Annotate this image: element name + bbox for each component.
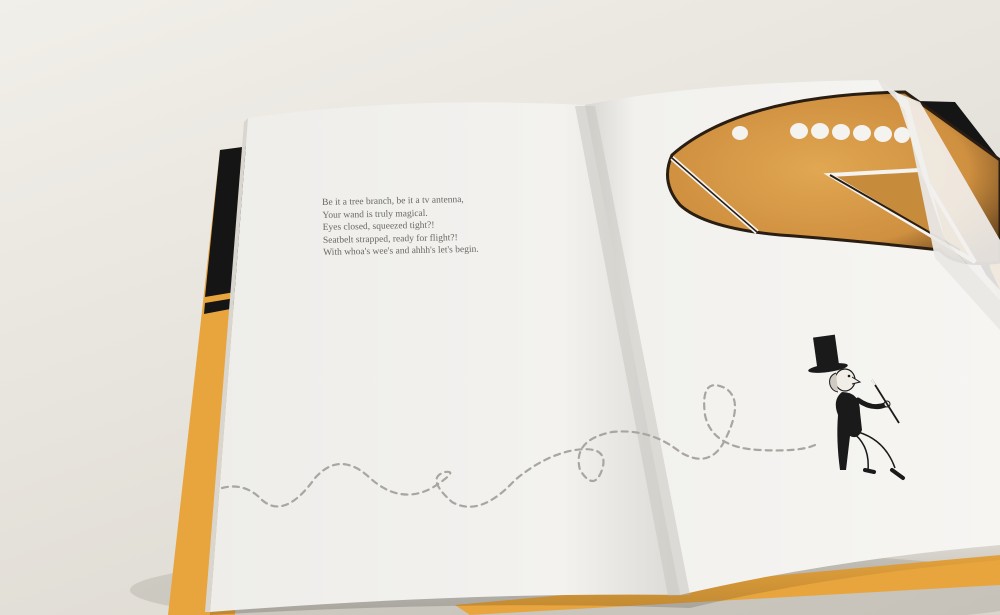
book-photo bbox=[130, 80, 1000, 615]
poem-text: Be it a tree branch, be it a tv antenna,… bbox=[322, 192, 543, 259]
